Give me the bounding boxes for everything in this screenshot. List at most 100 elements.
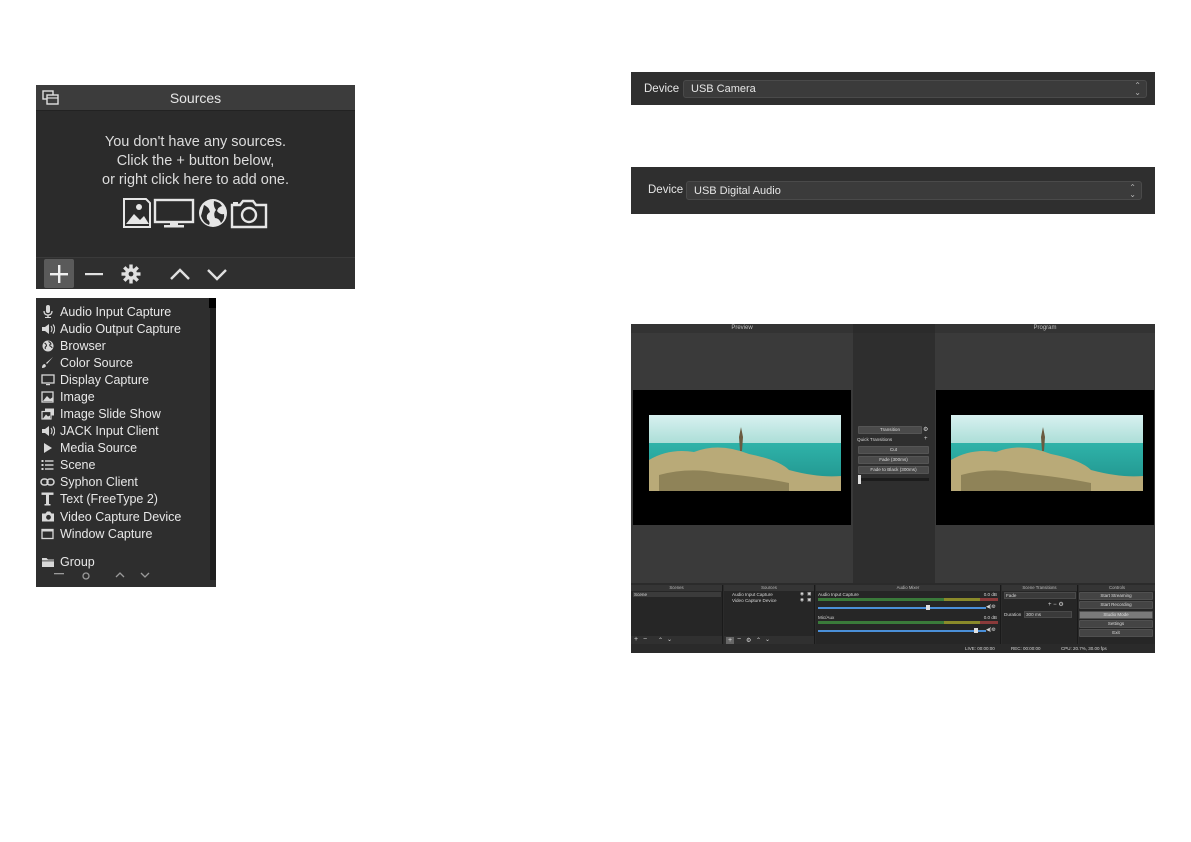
minus-icon bbox=[85, 272, 103, 275]
fade-black-button[interactable]: Fade to Black (300ms) bbox=[858, 466, 929, 474]
scenes-dock-title: Scenes bbox=[631, 585, 722, 591]
transition-panel: Transition ⚙ Quick Transitions + Cut Fad… bbox=[853, 333, 935, 583]
cpu-status: CPU: 20.7%, 30.00 fps bbox=[1061, 646, 1107, 651]
slideshow-icon bbox=[39, 407, 56, 421]
duration-input[interactable]: 300 ms bbox=[1024, 611, 1072, 618]
mixer-channel-2-handle[interactable] bbox=[974, 628, 978, 633]
window-icon bbox=[39, 527, 56, 541]
menu-item-media-source[interactable]: Media Source bbox=[39, 439, 209, 456]
speaker-icon bbox=[39, 322, 56, 336]
mixer-channel-2-name: Mic/Aux bbox=[818, 615, 835, 620]
empty-sources-message[interactable]: You don't have any sources. Click the + … bbox=[36, 133, 355, 190]
transition-add-remove-icons[interactable]: + − ⚙ bbox=[1048, 601, 1064, 608]
chevron-down-icon[interactable]: ⌄ bbox=[765, 636, 770, 643]
mixer-channel-1-handle[interactable] bbox=[926, 605, 930, 610]
audio-mixer-dock: Audio Mixer Audio Input Capture 0.0 dB ◀… bbox=[816, 585, 1001, 645]
menu-item-label: Audio Input Capture bbox=[60, 304, 172, 319]
gear-icon bbox=[121, 264, 141, 283]
duration-label: Duration bbox=[1004, 612, 1022, 617]
transition-select[interactable]: Fade bbox=[1004, 592, 1076, 599]
camera-icon bbox=[230, 199, 268, 229]
menu-item-browser[interactable]: Browser bbox=[39, 337, 209, 354]
mixer-channel-1-slider[interactable] bbox=[818, 607, 986, 609]
cut-button[interactable]: Cut bbox=[858, 446, 929, 454]
controls-dock-title: Controls bbox=[1079, 585, 1155, 591]
gear-icon[interactable]: ⚙ bbox=[923, 426, 928, 433]
eye-icon[interactable]: ◉ bbox=[800, 597, 804, 603]
chevron-up-icon[interactable]: ⌃ bbox=[756, 637, 761, 644]
preview-title: Preview bbox=[631, 324, 853, 333]
transitions-dock-title: Scene Transitions bbox=[1002, 585, 1077, 591]
menu-item-color-source[interactable]: Color Source bbox=[39, 354, 209, 371]
menu-item-label: Image Slide Show bbox=[60, 406, 161, 421]
plus-icon[interactable]: + bbox=[634, 636, 638, 643]
audio-device-value: USB Digital Audio bbox=[694, 184, 781, 197]
preview-canvas[interactable] bbox=[631, 333, 853, 583]
menu-item-audio-input-capture[interactable]: Audio Input Capture bbox=[39, 303, 209, 320]
audio-device-select[interactable]: USB Digital Audio ⌃ ⌄ bbox=[686, 181, 1142, 200]
microphone-icon bbox=[39, 305, 56, 319]
audio-device-field: Device USB Digital Audio ⌃ ⌄ bbox=[631, 167, 1155, 214]
minus-icon[interactable]: − bbox=[643, 636, 647, 643]
menu-item-scene[interactable]: Scene bbox=[39, 456, 209, 473]
chevron-up-icon[interactable]: ⌃ bbox=[658, 637, 663, 644]
menu-item-jack-input-client[interactable]: JACK Input Client bbox=[39, 422, 209, 439]
program-title: Program bbox=[935, 324, 1155, 333]
source-properties-button[interactable] bbox=[116, 259, 146, 288]
lock-icon[interactable]: ▣ bbox=[807, 597, 811, 603]
remove-source-button[interactable] bbox=[79, 259, 109, 288]
exit-button[interactable]: Exit bbox=[1079, 629, 1153, 637]
mixer-channel-2-slider[interactable] bbox=[818, 630, 986, 632]
scene-transitions-dock: Scene Transitions Fade + − ⚙ Duration 30… bbox=[1002, 585, 1078, 645]
menu-item-text-freetype[interactable]: Text (FreeType 2) bbox=[39, 490, 209, 507]
video-device-select[interactable]: USB Camera ⌃ ⌄ bbox=[683, 80, 1147, 98]
transition-button[interactable]: Transition bbox=[858, 426, 922, 434]
menu-item-label: JACK Input Client bbox=[60, 423, 159, 438]
menu-item-image[interactable]: Image bbox=[39, 388, 209, 405]
move-source-up-button[interactable] bbox=[165, 259, 195, 288]
brush-icon bbox=[39, 356, 56, 370]
menu-item-label: Video Capture Device bbox=[60, 509, 182, 524]
monitor-icon bbox=[39, 373, 56, 387]
start-streaming-button[interactable]: Start Streaming bbox=[1079, 592, 1153, 600]
menu-item-window-capture[interactable]: Window Capture bbox=[39, 525, 209, 542]
menu-scroll-edge bbox=[210, 308, 216, 580]
move-source-down-button[interactable] bbox=[202, 259, 232, 288]
preview-video bbox=[649, 415, 841, 491]
menu-item-audio-output-capture[interactable]: Audio Output Capture bbox=[39, 320, 209, 337]
menu-item-label: Media Source bbox=[60, 440, 138, 455]
hidden-toolbar-glimpse bbox=[50, 572, 160, 585]
settings-button[interactable]: Settings bbox=[1079, 620, 1153, 628]
mixer-channel-1-name: Audio Input Capture bbox=[818, 592, 859, 597]
speaker-icon[interactable]: ◀)⚙ bbox=[986, 627, 996, 633]
menu-item-group[interactable]: Group bbox=[39, 553, 209, 570]
gear-icon[interactable]: ⚙ bbox=[746, 637, 751, 644]
source-item-video[interactable]: Video Capture Device bbox=[732, 598, 777, 603]
tbar-handle[interactable] bbox=[858, 475, 861, 484]
studio-mode-button[interactable]: Studio Mode bbox=[1079, 611, 1153, 619]
video-device-value: USB Camera bbox=[691, 83, 756, 95]
chevron-down-icon[interactable]: ⌄ bbox=[667, 636, 672, 643]
sources-dock: Sources Audio Input Capture Video Captur… bbox=[724, 585, 815, 645]
menu-item-video-capture-device[interactable]: Video Capture Device bbox=[39, 508, 209, 525]
video-device-label: Device bbox=[644, 83, 680, 95]
menu-item-label: Image bbox=[60, 389, 95, 404]
source-item-audio[interactable]: Audio Input Capture bbox=[732, 592, 773, 597]
fade-300-button[interactable]: Fade (300ms) bbox=[858, 456, 929, 464]
plus-icon[interactable]: + bbox=[924, 436, 928, 442]
add-source-button[interactable] bbox=[44, 259, 74, 288]
menu-item-syphon-client[interactable]: Syphon Client bbox=[39, 473, 209, 490]
plus-icon[interactable]: + bbox=[726, 637, 734, 644]
quick-transitions-label: Quick Transitions bbox=[857, 437, 893, 442]
list-icon bbox=[39, 458, 56, 472]
menu-item-image-slide-show[interactable]: Image Slide Show bbox=[39, 405, 209, 422]
play-icon bbox=[39, 441, 56, 455]
scene-list-item[interactable]: Scene bbox=[633, 592, 721, 597]
menu-item-display-capture[interactable]: Display Capture bbox=[39, 371, 209, 388]
add-source-menu: Audio Input Capture Audio Output Capture… bbox=[36, 298, 216, 587]
status-bar: LIVE: 00:00:00 REC: 00:00:00 CPU: 20.7%,… bbox=[631, 644, 1155, 653]
speaker-icon[interactable]: ◀)⚙ bbox=[986, 604, 996, 610]
chevron-down-icon bbox=[207, 268, 227, 281]
minus-icon[interactable]: − bbox=[737, 636, 741, 643]
start-recording-button[interactable]: Start Recording bbox=[1079, 601, 1153, 609]
